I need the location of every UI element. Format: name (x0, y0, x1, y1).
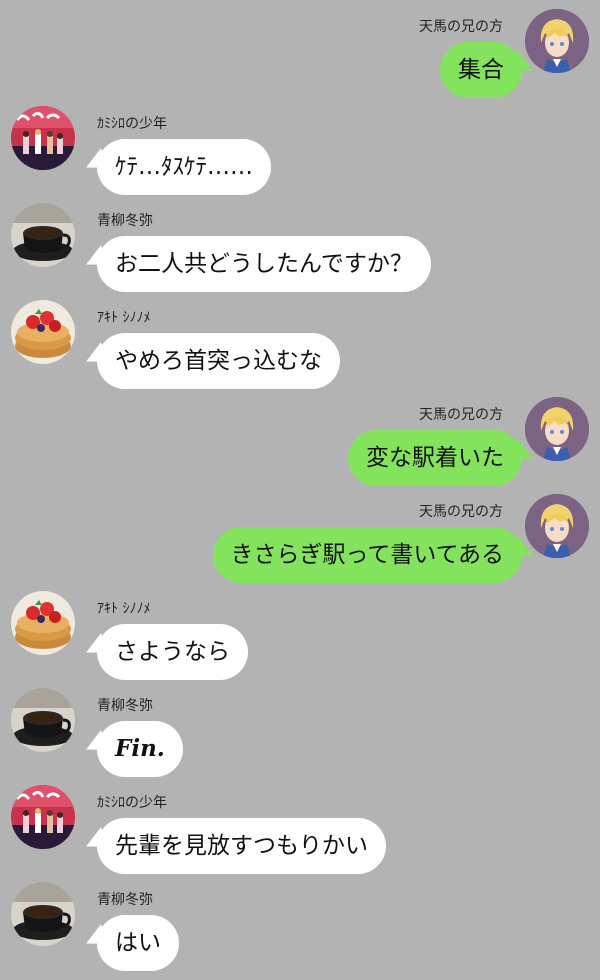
bubble-tail (81, 245, 112, 276)
sender-name: ｶﾐｼﾛの少年 (97, 795, 167, 811)
stage-group-avatar[interactable] (11, 785, 75, 849)
message-text: ｹﾃ…ﾀｽｹﾃ…… (115, 154, 253, 180)
message-row: ｱｷﾄ ｼﾉﾉﾒ やめろ首突っ込むな (0, 300, 600, 397)
message-bubble[interactable]: ｹﾃ…ﾀｽｹﾃ…… (81, 139, 271, 195)
message-row: ｶﾐｼﾛの少年 ｹﾃ…ﾀｽｹﾃ…… (0, 106, 600, 203)
message-text: 集合 (458, 57, 504, 83)
bubble-tail (81, 148, 112, 179)
message-bubble[interactable]: 集合 (440, 42, 538, 98)
message-text: やめろ首突っ込むな (115, 348, 322, 374)
sender-name: 天馬の兄の方 (419, 19, 503, 35)
sender-name: ｱｷﾄ ｼﾉﾉﾒ (97, 310, 151, 326)
message-text: 変な駅着いた (366, 445, 504, 471)
message-row: 天馬の兄の方 きさらぎ駅って書いてある (0, 494, 600, 591)
message-bubble[interactable]: 変な駅着いた (348, 430, 538, 486)
sender-name: ｶﾐｼﾛの少年 (97, 116, 167, 132)
message-row: ｶﾐｼﾛの少年 先輩を見放すつもりかい (0, 785, 600, 882)
stage-group-avatar[interactable] (11, 106, 75, 170)
sender-name: 天馬の兄の方 (419, 504, 503, 520)
coffee-cup-avatar[interactable] (11, 203, 75, 267)
message-row: 天馬の兄の方 変な駅着いた (0, 397, 600, 494)
message-row: 青柳冬弥 お二人共どうしたんですか？ (0, 203, 600, 300)
message-bubble[interactable]: さようなら (81, 624, 248, 680)
message-bubble[interactable]: やめろ首突っ込むな (81, 333, 340, 389)
bubble-tail (81, 633, 112, 664)
message-text: きさらぎ駅って書いてある (230, 542, 504, 568)
message-row: 天馬の兄の方 集合 (0, 9, 600, 106)
bubble-tail (81, 342, 112, 373)
sender-name: 青柳冬弥 (97, 698, 153, 714)
bubble-tail (81, 730, 112, 761)
message-text: はい (115, 930, 161, 956)
coffee-cup-avatar[interactable] (11, 882, 75, 946)
message-bubble[interactable]: Fin. (81, 721, 183, 777)
message-bubble[interactable]: きさらぎ駅って書いてある (212, 527, 538, 583)
bubble-tail (81, 827, 112, 858)
message-text: さようなら (115, 639, 230, 665)
sender-name: ｱｷﾄ ｼﾉﾉﾒ (97, 601, 151, 617)
chat-thread[interactable]: 天馬の兄の方 集合 ｶﾐｼﾛの少年 ｹﾃ…ﾀｽｹﾃ…… 青柳冬弥 お二人共どうし… (0, 0, 600, 980)
message-bubble[interactable]: お二人共どうしたんですか？ (81, 236, 431, 292)
message-row: 青柳冬弥 はい (0, 882, 600, 979)
message-row: 青柳冬弥 Fin. (0, 688, 600, 785)
message-bubble[interactable]: はい (81, 915, 179, 971)
sender-name: 天馬の兄の方 (419, 407, 503, 423)
message-text: お二人共どうしたんですか？ (115, 251, 413, 277)
coffee-cup-avatar[interactable] (11, 688, 75, 752)
message-text: 先輩を見放すつもりかい (115, 833, 368, 859)
message-row: ｱｷﾄ ｼﾉﾉﾒ さようなら (0, 591, 600, 688)
sender-name: 青柳冬弥 (97, 213, 153, 229)
bubble-tail (81, 924, 112, 955)
sender-name: 青柳冬弥 (97, 892, 153, 908)
pancake-avatar[interactable] (11, 591, 75, 655)
message-text: Fin. (115, 735, 165, 762)
pancake-avatar[interactable] (11, 300, 75, 364)
message-bubble[interactable]: 先輩を見放すつもりかい (81, 818, 386, 874)
